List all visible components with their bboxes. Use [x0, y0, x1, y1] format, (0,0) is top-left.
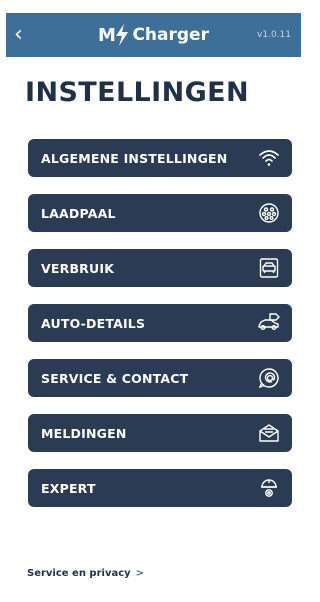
logo-word: Charger	[132, 25, 209, 45]
back-chevron-icon[interactable]: ‹	[14, 24, 23, 46]
service-privacy-link[interactable]: Service en privacy >	[27, 568, 144, 579]
menu-item-label: AUTO-DETAILS	[41, 315, 146, 331]
page-title: INSTELLINGEN	[25, 77, 250, 108]
menu-item-service-contact[interactable]: SERVICE & CONTACT	[28, 359, 292, 397]
phone-at-icon	[258, 367, 280, 389]
lightning-bolt-icon	[116, 24, 129, 46]
menu-item-verbruik[interactable]: VERBRUIK	[28, 249, 292, 287]
car-tag-icon	[258, 312, 280, 334]
menu-item-label: MELDINGEN	[41, 425, 127, 441]
menu-item-auto-details[interactable]: AUTO-DETAILS	[28, 304, 292, 342]
menu-item-algemene-instellingen[interactable]: ALGEMENE INSTELLINGEN	[28, 139, 292, 177]
expert-gear-icon	[258, 477, 280, 499]
logo-letter: M	[98, 24, 116, 46]
menu-item-expert[interactable]: EXPERT	[28, 469, 292, 507]
charging-plug-icon	[258, 202, 280, 224]
menu-item-label: SERVICE & CONTACT	[41, 370, 189, 386]
menu-item-label: LAADPAAL	[41, 205, 116, 221]
envelope-icon	[258, 422, 280, 444]
menu-item-laadpaal[interactable]: LAADPAAL	[28, 194, 292, 232]
menu-item-meldingen[interactable]: MELDINGEN	[28, 414, 292, 452]
app-logo: M Charger	[98, 24, 209, 46]
menu-item-label: ALGEMENE INSTELLINGEN	[41, 150, 228, 166]
menu-item-label: VERBRUIK	[41, 260, 115, 276]
app-header: ‹ M Charger v1.0.11	[6, 13, 301, 57]
service-privacy-label: Service en privacy	[27, 568, 131, 579]
wifi-icon	[258, 147, 280, 169]
app-version: v1.0.11	[257, 30, 291, 40]
chevron-right-icon: >	[135, 568, 145, 579]
settings-menu: ALGEMENE INSTELLINGEN LAADPAAL VERBRUIK …	[28, 139, 292, 524]
menu-item-label: EXPERT	[41, 480, 96, 496]
car-front-icon	[258, 257, 280, 279]
